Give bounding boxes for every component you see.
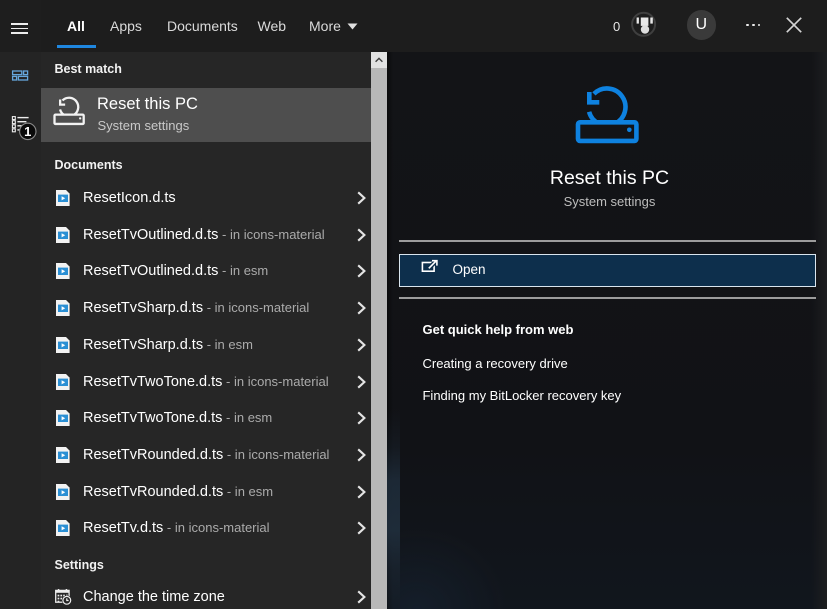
svg-text:1: 1: [24, 124, 31, 139]
